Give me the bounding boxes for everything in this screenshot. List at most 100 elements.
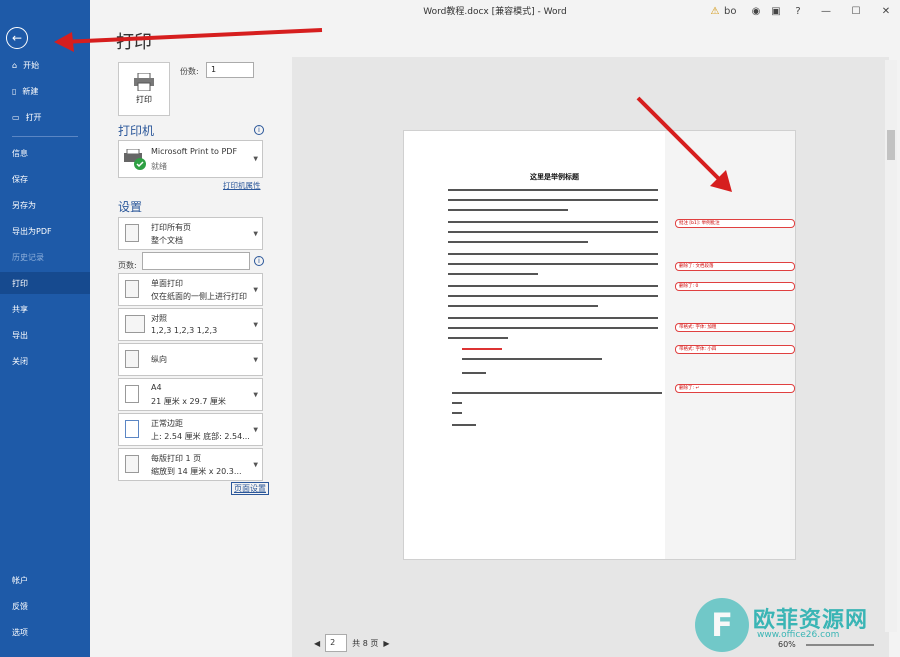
sidebar-item-home[interactable]: ⌂ 开始 xyxy=(0,54,90,76)
orientation-value: 纵向 xyxy=(151,355,167,364)
print-range-detail: 整个文档 xyxy=(151,236,183,245)
info-icon[interactable]: i xyxy=(254,125,264,135)
watermark: F 欧菲资源网 www.office26.com xyxy=(695,598,895,654)
paper-size-value: A4 xyxy=(151,383,162,392)
printer-status: 就绪 xyxy=(151,162,167,171)
sides-value: 单面打印 xyxy=(151,279,183,288)
text-line xyxy=(448,317,658,319)
text-line xyxy=(448,327,658,329)
open-folder-icon: ▭ xyxy=(12,112,20,122)
chevron-down-icon: ▼ xyxy=(253,426,258,433)
sidebar-item-history[interactable]: 历史记录 xyxy=(0,246,90,268)
pages-per-sheet-dropdown[interactable]: 每版打印 1 页 缩放到 14 厘米 x 20.3... ▼ xyxy=(118,448,263,481)
print-range-value: 打印所有页 xyxy=(151,223,191,232)
sidebar-item-info[interactable]: 信息 xyxy=(0,142,90,164)
printer-section-title: 打印机 xyxy=(118,124,155,138)
sidebar-item-export-pdf[interactable]: 导出为PDF xyxy=(0,220,90,242)
pages-input[interactable] xyxy=(142,252,250,270)
sidebar-item-account[interactable]: 帐户 xyxy=(0,569,90,591)
text-line xyxy=(448,285,658,287)
sidebar-item-save-as[interactable]: 另存为 xyxy=(0,194,90,216)
new-doc-icon: ▯ xyxy=(12,86,17,96)
user-initials[interactable]: bo xyxy=(724,3,736,19)
share-icon[interactable]: ▣ xyxy=(768,3,784,19)
collate-detail: 1,2,3 1,2,3 1,2,3 xyxy=(151,326,218,335)
pages-per-sheet-value: 每版打印 1 页 xyxy=(151,454,202,463)
collate-dropdown[interactable]: 对照 1,2,3 1,2,3 1,2,3 ▼ xyxy=(118,308,263,341)
text-line xyxy=(448,305,598,307)
back-arrow-icon: ← xyxy=(11,31,23,45)
printer-properties-link[interactable]: 打印机属性 xyxy=(223,180,261,191)
prev-page-icon[interactable]: ◀ xyxy=(314,639,320,648)
close-icon[interactable]: ✕ xyxy=(878,3,894,19)
backstage-sidebar: ← ⌂ 开始 ▯ 新建 ▭ 打开 信息 保存 另存为 导出为PDF 历史记录 打印 共… xyxy=(0,0,90,657)
info-icon[interactable]: i xyxy=(254,256,264,266)
text-line xyxy=(448,199,658,201)
print-button-label: 打印 xyxy=(136,95,152,104)
markup-comment: 删除了: 文档段落 xyxy=(675,262,795,271)
maximize-icon[interactable]: ☐ xyxy=(848,3,864,19)
sides-dropdown[interactable]: 单面打印 仅在纸面的一侧上进行打印 ▼ xyxy=(118,273,263,306)
sidebar-item-export[interactable]: 导出 xyxy=(0,324,90,346)
sidebar-item-share[interactable]: 共享 xyxy=(0,298,90,320)
sidebar-divider xyxy=(12,136,78,137)
margins-value: 正常边距 xyxy=(151,419,183,428)
margins-dropdown[interactable]: 正常边距 上: 2.54 厘米 底部: 2.54... ▼ xyxy=(118,413,263,446)
copies-input[interactable]: 1 xyxy=(206,62,254,78)
account-icon[interactable]: ◉ xyxy=(748,3,764,19)
total-pages: 共 8 页 xyxy=(352,638,379,648)
text-line xyxy=(448,189,658,191)
printer-ready-icon xyxy=(124,149,146,170)
text-line xyxy=(448,273,538,275)
warning-icon[interactable]: ⚠ xyxy=(707,3,723,19)
text-line xyxy=(462,348,502,350)
text-line xyxy=(448,337,508,339)
chevron-down-icon: ▼ xyxy=(253,356,258,363)
text-line xyxy=(452,392,662,394)
sidebar-item-new[interactable]: ▯ 新建 xyxy=(0,80,90,102)
help-icon[interactable]: ? xyxy=(790,3,806,19)
markup-comment: 带格式: 字体: 小四 xyxy=(675,345,795,354)
watermark-logo-icon: F xyxy=(695,598,749,652)
sidebar-item-close[interactable]: 关闭 xyxy=(0,350,90,372)
margins-detail: 上: 2.54 厘米 底部: 2.54... xyxy=(151,432,250,441)
pages-icon xyxy=(125,224,139,242)
preview-scrollbar[interactable] xyxy=(885,60,897,632)
collate-icon xyxy=(125,315,145,333)
print-button[interactable]: 打印 xyxy=(118,62,170,116)
paper-size-dropdown[interactable]: A4 21 厘米 x 29.7 厘米 ▼ xyxy=(118,378,263,411)
sidebar-item-feedback[interactable]: 反馈 xyxy=(0,595,90,617)
home-icon: ⌂ xyxy=(12,60,18,70)
page-setup-link[interactable]: 页面设置 xyxy=(231,482,269,495)
text-line xyxy=(452,424,476,426)
chevron-down-icon: ▼ xyxy=(253,155,258,163)
sidebar-item-print[interactable]: 打印 xyxy=(0,272,90,294)
text-line xyxy=(448,295,658,297)
copies-label: 份数: xyxy=(180,67,199,76)
collate-value: 对照 xyxy=(151,314,167,323)
pages-per-sheet-detail: 缩放到 14 厘米 x 20.3... xyxy=(151,467,242,476)
printer-dropdown[interactable]: Microsoft Print to PDF 就绪 ▼ xyxy=(118,140,263,178)
orientation-dropdown[interactable]: 纵向 ▼ xyxy=(118,343,263,376)
pages-label: 页数: xyxy=(118,261,137,270)
back-button[interactable]: ← xyxy=(6,27,28,49)
chevron-down-icon: ▼ xyxy=(253,286,258,293)
sidebar-item-save[interactable]: 保存 xyxy=(0,168,90,190)
paper-size-detail: 21 厘米 x 29.7 厘米 xyxy=(151,397,226,406)
text-line xyxy=(462,372,486,374)
current-page-input[interactable]: 2 xyxy=(325,634,348,652)
text-line xyxy=(448,253,658,255)
chevron-down-icon: ▼ xyxy=(253,391,258,398)
scrollbar-thumb[interactable] xyxy=(887,130,895,160)
next-page-icon[interactable]: ▶ xyxy=(383,639,389,648)
minimize-icon[interactable]: — xyxy=(818,3,834,19)
text-line xyxy=(448,209,568,211)
markup-comment: 删除了: 0 xyxy=(675,282,795,291)
single-side-icon xyxy=(125,280,139,298)
sidebar-item-options[interactable]: 选项 xyxy=(0,621,90,643)
print-range-dropdown[interactable]: 打印所有页 整个文档 ▼ xyxy=(118,217,263,250)
sidebar-item-open[interactable]: ▭ 打开 xyxy=(0,106,90,128)
preview-doc-title: 这里是举例标题 xyxy=(530,173,579,181)
text-line xyxy=(448,241,588,243)
text-line xyxy=(462,358,602,360)
